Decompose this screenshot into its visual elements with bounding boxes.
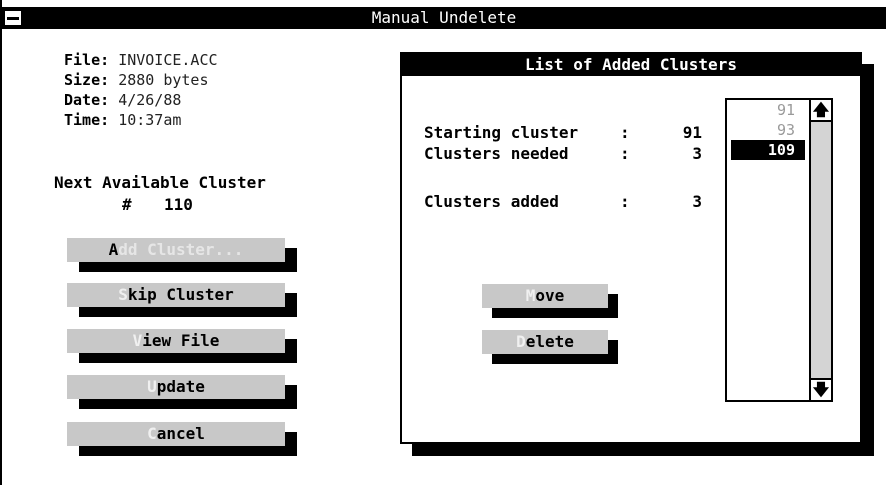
next-cluster-hash: #: [122, 195, 132, 214]
clusters-needed-label: Clusters needed: [424, 144, 569, 163]
delete-label: elete: [525, 332, 574, 351]
list-item[interactable]: 93: [727, 120, 805, 140]
scroll-down-arrow-icon[interactable]: 🡇: [811, 378, 831, 400]
time-value: 10:37am: [118, 111, 182, 129]
delete-button[interactable]: Delete: [482, 330, 608, 354]
date-label: Date:: [64, 91, 110, 109]
added-clusters-dialog: List of Added Clusters Starting cluster …: [400, 52, 862, 444]
next-available-cluster: Next Available Cluster # 110: [54, 172, 312, 214]
move-button[interactable]: Move: [482, 284, 608, 308]
cluster-list-items: 91 93 109: [727, 100, 805, 160]
clusters-added-value: 3: [692, 192, 702, 211]
list-item[interactable]: 91: [727, 100, 805, 120]
system-menu-icon[interactable]: [4, 10, 22, 26]
added-clusters-list[interactable]: 91 93 109 🡅 🡇: [725, 98, 833, 402]
file-info-time: Time: 10:37am: [64, 110, 181, 130]
view-file-mnemonic: V: [132, 331, 143, 350]
size-value: 2880 bytes: [118, 71, 209, 89]
clusters-needed-row: Clusters needed : 3: [424, 143, 702, 164]
view-file-label: iew File: [142, 331, 220, 350]
file-value: INVOICE.ACC: [118, 51, 218, 69]
clusters-added-row: Clusters added : 3: [424, 191, 702, 212]
size-label: Size:: [64, 71, 110, 89]
skip-cluster-mnemonic: S: [118, 285, 128, 304]
clusters-added-colon: :: [620, 192, 630, 211]
next-cluster-label: Next Available Cluster: [54, 173, 266, 192]
next-cluster-number: 110: [164, 195, 193, 214]
update-button[interactable]: Update: [67, 375, 285, 399]
cancel-label: ancel: [156, 424, 205, 443]
view-file-button[interactable]: View File: [67, 329, 285, 353]
window-title: Manual Undelete: [371, 8, 517, 27]
dialog-title: List of Added Clusters: [402, 54, 860, 76]
clusters-added-label: Clusters added: [424, 192, 559, 211]
add-cluster-label: dd Cluster...: [118, 240, 244, 259]
file-info-file: File: INVOICE.ACC: [64, 50, 218, 70]
move-mnemonic: M: [525, 286, 536, 305]
update-label: pdate: [156, 377, 205, 396]
skip-cluster-button[interactable]: Skip Cluster: [67, 283, 285, 307]
cancel-mnemonic: C: [147, 424, 157, 443]
cancel-button[interactable]: Cancel: [67, 422, 285, 446]
file-label: File:: [64, 51, 110, 69]
date-value: 4/26/88: [118, 91, 182, 109]
move-label: ove: [535, 286, 565, 305]
add-cluster-button[interactable]: Add Cluster...: [67, 238, 285, 262]
time-label: Time:: [64, 111, 110, 129]
delete-mnemonic: D: [516, 332, 526, 351]
starting-cluster-colon: :: [620, 123, 630, 142]
starting-cluster-value: 91: [682, 123, 702, 142]
vertical-scrollbar[interactable]: 🡅 🡇: [809, 100, 831, 400]
scroll-up-arrow-icon[interactable]: 🡅: [811, 100, 831, 122]
manual-undelete-window: Manual Undelete File: INVOICE.ACC Size: …: [0, 0, 886, 485]
list-item-selected[interactable]: 109: [731, 140, 805, 160]
file-info-date: Date: 4/26/88: [64, 90, 181, 110]
title-bar: Manual Undelete: [2, 7, 886, 29]
update-mnemonic: U: [147, 377, 157, 396]
skip-cluster-label: kip Cluster: [127, 285, 234, 304]
clusters-needed-colon: :: [620, 144, 630, 163]
starting-cluster-label: Starting cluster: [424, 123, 579, 142]
clusters-needed-value: 3: [692, 144, 702, 163]
add-cluster-mnemonic: A: [108, 240, 119, 259]
starting-cluster-row: Starting cluster : 91: [424, 122, 702, 143]
file-info-size: Size: 2880 bytes: [64, 70, 209, 90]
